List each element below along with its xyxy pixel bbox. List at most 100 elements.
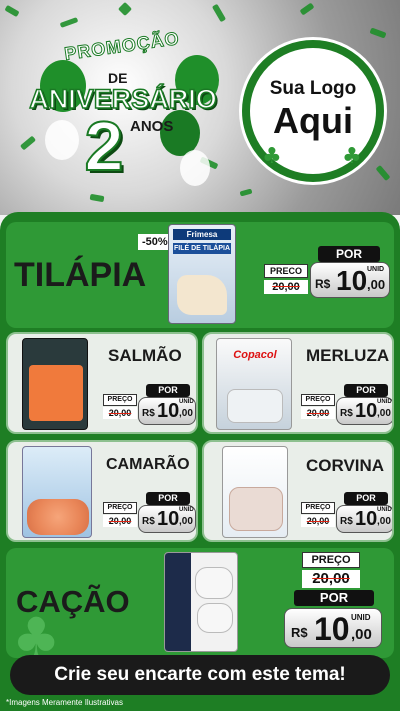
product-image-tilapia: Frimesa FILÉ DE TILÁPIA <box>168 224 236 324</box>
old-price: 20,00 <box>103 515 137 527</box>
currency: R$ <box>340 516 353 527</box>
promo-title: PROMOÇÃO <box>63 28 182 65</box>
currency: R$ <box>142 408 155 419</box>
product-image-camarao <box>22 446 92 538</box>
shrimp-pile <box>27 499 89 535</box>
fish-steak <box>195 567 233 599</box>
product-card-salmao[interactable]: SALMÃO POR PREÇO 20,00 R$ 10 ,00 UNID <box>6 332 198 434</box>
unit-label: UNID <box>377 399 392 405</box>
unit-label: UNID <box>377 507 392 513</box>
old-price: 20,00 <box>264 280 308 294</box>
product-name: CAÇÃO <box>16 584 130 619</box>
featured-card-tilapia[interactable]: TILÁPIA -50% Frimesa FILÉ DE TILÁPIA POR… <box>6 222 394 328</box>
fish-fillet <box>227 389 283 423</box>
package-band <box>165 553 191 651</box>
product-name: CAMARÃO <box>106 456 190 473</box>
preco-label: PREÇO <box>301 502 335 514</box>
price-integer: 10 <box>157 508 180 530</box>
confetti <box>117 1 133 17</box>
por-label: POR <box>344 384 388 397</box>
por-label: POR <box>318 246 380 262</box>
balloon <box>180 150 210 186</box>
product-card-corvina[interactable]: CORVINA POR PREÇO 20,00 R$ 10 ,00 UNID <box>202 440 394 542</box>
price-integer: 10 <box>336 265 368 296</box>
confetti <box>19 135 37 151</box>
product-image-salmao <box>22 338 88 430</box>
price-decimal: ,00 <box>179 408 193 419</box>
package-title: FILÉ DE TILÁPIA <box>173 243 231 254</box>
clover-icon: ♣ <box>342 144 362 169</box>
brand-label: Frimesa <box>173 229 231 240</box>
product-name: MERLUZA <box>306 346 390 365</box>
product-image-cacao <box>164 552 238 652</box>
price-tag: R$ 10 ,00 UNID <box>336 397 392 425</box>
currency: R$ <box>340 408 353 419</box>
price-tag: R$ 10 ,00 UNID <box>336 505 392 533</box>
product-card-merluza[interactable]: MERLUZA Copacol POR PREÇO 20,00 R$ 10 ,0… <box>202 332 394 434</box>
logo-badge: Sua Logo Aqui ♣ ♣ <box>242 40 384 182</box>
price-integer: 10 <box>355 400 378 422</box>
por-label: POR <box>146 384 190 397</box>
preco-label: PRECO <box>264 264 308 278</box>
confetti <box>89 193 105 203</box>
old-price: 20,00 <box>103 407 137 419</box>
product-name: SALMÃO <box>108 346 182 365</box>
currency: R$ <box>291 625 308 640</box>
featured-card-cacao[interactable]: ♣ CAÇÃO PREÇO 20,00 POR R$ 10 ,00 UNID <box>6 548 394 658</box>
old-price: 20,00 <box>301 515 335 527</box>
product-card-camarao[interactable]: CAMARÃO POR PREÇO 20,00 R$ 10 ,00 UNID <box>6 440 198 542</box>
confetti <box>369 27 387 39</box>
product-image-merluza: Copacol <box>216 338 292 430</box>
unit-label: UNID <box>179 507 194 513</box>
price-decimal: ,00 <box>351 626 372 643</box>
confetti <box>375 164 391 182</box>
preco-label: PREÇO <box>103 502 137 514</box>
anos-label: ANOS <box>130 118 174 135</box>
price-tag: R$ 10 ,00 UNID <box>310 262 390 298</box>
price-tag: R$ 10 ,00 UNID <box>138 397 196 425</box>
price-tag: R$ 10 ,00 UNID <box>138 505 196 533</box>
confetti <box>59 17 79 28</box>
price-decimal: ,00 <box>367 277 386 292</box>
currency: R$ <box>315 277 331 291</box>
cta-banner[interactable]: Crie seu encarte com este tema! <box>10 655 390 695</box>
price-integer: 10 <box>314 611 350 647</box>
price-decimal: ,00 <box>377 408 391 419</box>
confetti <box>211 3 227 23</box>
salmon-fillet <box>29 365 83 421</box>
preco-label: PREÇO <box>301 394 335 406</box>
brand-label: Copacol <box>233 349 277 361</box>
product-name: TILÁPIA <box>14 256 147 294</box>
old-price: 20,00 <box>302 570 360 588</box>
por-label: POR <box>294 590 374 606</box>
confetti <box>4 4 20 18</box>
footnote: *Imagens Meramente Ilustrativas <box>6 698 123 707</box>
confetti <box>239 188 253 197</box>
logo-line1: Sua Logo <box>269 78 357 99</box>
price-integer: 10 <box>157 400 180 422</box>
confetti <box>299 2 315 16</box>
discount-badge: -50% <box>138 234 172 250</box>
price-decimal: ,00 <box>179 516 193 527</box>
fillet-image <box>177 275 227 315</box>
por-label: POR <box>344 492 388 505</box>
unit-label: UNID <box>179 399 194 405</box>
logo-line2: Aqui <box>273 100 353 141</box>
anniversary-number: 2 <box>84 106 125 186</box>
product-image-corvina <box>222 446 288 538</box>
price-integer: 10 <box>355 508 378 530</box>
unit-label: UNID <box>351 613 371 622</box>
price-tag: R$ 10 ,00 UNID <box>284 608 382 648</box>
fish-fillet <box>229 487 283 531</box>
unit-label: UNID <box>367 266 385 273</box>
preco-label: PREÇO <box>302 552 360 568</box>
clover-icon: ♣ <box>262 144 282 169</box>
product-name: CORVINA <box>306 456 385 475</box>
por-label: POR <box>146 492 190 505</box>
currency: R$ <box>142 516 155 527</box>
old-price: 20,00 <box>301 407 335 419</box>
header-banner: PROMOÇÃO DE ANIVERSÁRIO 2 ANOS Sua Logo … <box>0 0 400 215</box>
fish-steak <box>197 603 233 633</box>
preco-label: PREÇO <box>103 394 137 406</box>
price-decimal: ,00 <box>377 516 391 527</box>
